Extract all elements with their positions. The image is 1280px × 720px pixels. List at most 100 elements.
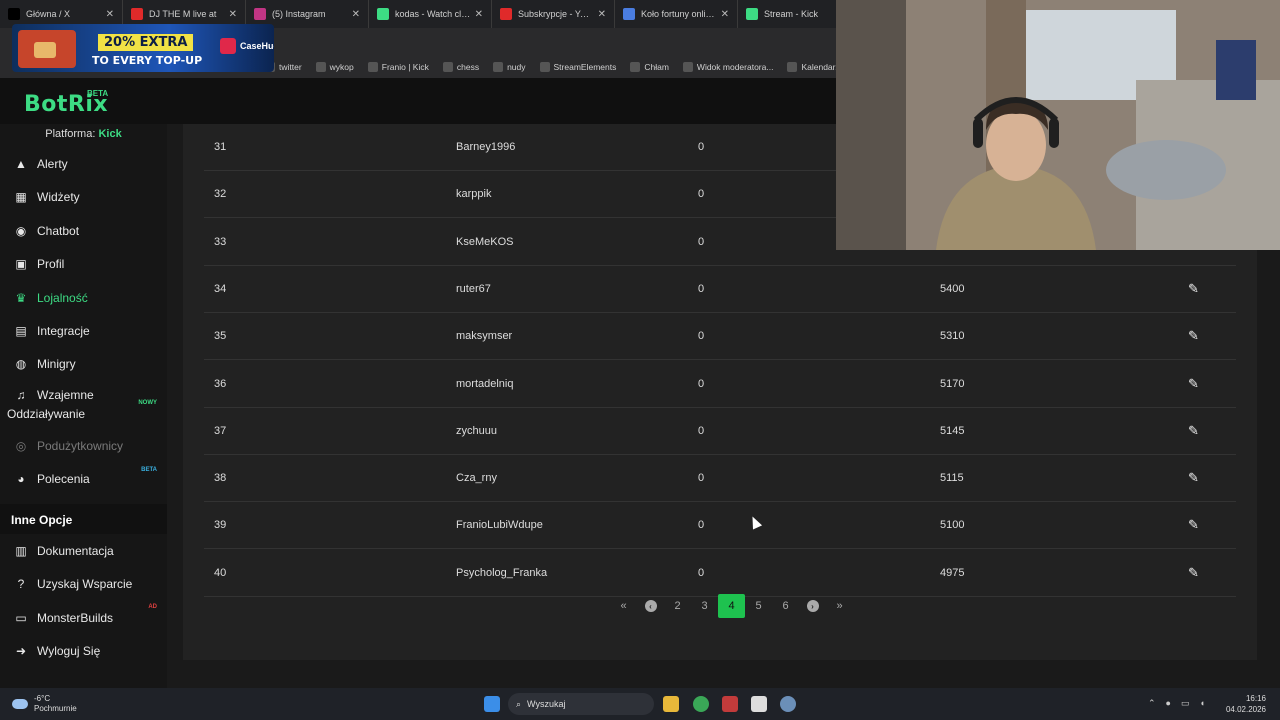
sidebar-item[interactable]: ➜ Wyloguj Się — [0, 641, 167, 661]
sidebar-badge: NOWY — [138, 400, 157, 406]
sidebar-item[interactable]: ◍ Minigry — [0, 354, 167, 374]
pencil-icon[interactable]: ✎ — [1188, 517, 1199, 533]
bookmark-item[interactable]: Widok moderatora... — [682, 62, 773, 72]
points-cell: 4975 — [940, 566, 965, 579]
pencil-icon[interactable]: ✎ — [1188, 423, 1199, 439]
points-cell: 5310 — [940, 330, 965, 343]
chrome-icon[interactable] — [693, 696, 709, 712]
bookmark-item[interactable]: Franio | Kick — [367, 62, 429, 72]
username-cell: zychuuu — [456, 424, 497, 437]
rank-cell: 31 — [214, 141, 227, 153]
system-tray: ⌃ ● ▭ ◖ — [1148, 698, 1205, 709]
windows-start-icon[interactable] — [484, 696, 500, 712]
prev-page-button[interactable]: ‹ — [637, 594, 664, 618]
sidebar-item[interactable]: ▣ Profil — [0, 254, 167, 274]
table-row: 34 ruter67 0 5400 ✎ — [204, 266, 1236, 313]
username-cell: Cza_rny — [456, 472, 497, 485]
ad-headline: 20% EXTRA — [98, 34, 194, 51]
sidebar-item[interactable]: ♛ Lojalność — [0, 288, 167, 308]
close-tab-icon[interactable]: ✕ — [106, 9, 114, 20]
page-button[interactable]: 3 — [691, 594, 718, 618]
weather-desc: Pochmurnie — [34, 704, 77, 713]
pencil-icon[interactable]: ✎ — [1188, 470, 1199, 486]
bookmark-item[interactable]: chess — [442, 62, 479, 72]
app-icon-white[interactable] — [751, 696, 767, 712]
points-cell: 5400 — [940, 282, 965, 295]
next-page-button[interactable]: › — [799, 594, 826, 618]
close-tab-icon[interactable]: ✕ — [475, 9, 483, 20]
file-explorer-icon[interactable] — [663, 696, 679, 712]
bookmark-label: Franio | Kick — [381, 62, 429, 72]
sidebar-item-label: Uzyskaj Wsparcie — [37, 577, 133, 591]
page-button[interactable]: 4 — [718, 594, 745, 618]
cloud-icon — [12, 699, 28, 709]
table-row: 37 zychuuu 0 5145 ✎ — [204, 408, 1236, 455]
sidebar-item[interactable]: ▭ MonsterBuilds AD — [0, 604, 167, 628]
sidebar-item[interactable]: ◉ Chatbot — [0, 221, 167, 241]
pawn-icon — [442, 62, 453, 72]
sidebar-item[interactable]: ? Uzyskaj Wsparcie — [0, 574, 167, 594]
bookmark-item[interactable]: wykop — [315, 62, 354, 72]
pencil-icon[interactable]: ✎ — [1188, 281, 1199, 297]
sidebar-item[interactable]: ▦ Widżety — [0, 187, 167, 207]
close-tab-icon[interactable]: ✕ — [721, 9, 729, 20]
points-cell: 5115 — [940, 472, 964, 485]
sidebar-item-label: Integracje — [37, 324, 90, 338]
pencil-icon[interactable]: ✎ — [1188, 565, 1199, 581]
bookmark-item[interactable]: StreamElements — [539, 62, 616, 72]
browser-tab[interactable]: Subskrypcje - YouTub ✕ — [492, 0, 615, 28]
weather-text: -6°C Pochmurnie — [34, 694, 77, 714]
sidebar-badge: AD — [148, 604, 157, 610]
ad-brand-label: CaseHug — [240, 41, 274, 51]
app-icon-red[interactable] — [722, 696, 738, 712]
table-row: 40 Psycholog_Franka 0 4975 ✎ — [204, 550, 1236, 597]
username-cell: FranioLubiWdupe — [456, 519, 543, 532]
webcam-overlay — [836, 0, 1280, 250]
page-button[interactable]: 2 — [664, 594, 691, 618]
tab-label: Koło fortuny online - — [641, 9, 717, 19]
page-button[interactable]: 5 — [745, 594, 772, 618]
globe-icon — [630, 62, 641, 72]
rank-cell: 38 — [214, 472, 227, 485]
trophy-icon: ♛ — [15, 291, 27, 305]
rank-cell: 34 — [214, 282, 227, 295]
casehug-ad-banner[interactable]: 20% EXTRA TO EVERY TOP-UP CaseHug — [12, 24, 274, 72]
page-button[interactable]: 6 — [772, 594, 799, 618]
settings-gear-icon[interactable] — [780, 696, 796, 712]
browser-tab[interactable]: Koło fortuny online - ✕ — [615, 0, 738, 28]
sidebar-item[interactable]: ▥ Dokumentacja — [0, 541, 167, 561]
youtube-icon — [131, 8, 143, 20]
pencil-icon[interactable]: ✎ — [1188, 376, 1199, 392]
last-page-button[interactable]: » — [826, 594, 853, 618]
close-tab-icon[interactable]: ✕ — [598, 9, 606, 20]
display-icon[interactable]: ▭ — [1181, 698, 1190, 709]
sidebar-item-label: MonsterBuilds — [37, 611, 114, 625]
clock[interactable]: 16:16 04.02.2026 — [1226, 693, 1266, 715]
sidebar-item[interactable]: ◎ Podużytkownicy — [0, 436, 167, 456]
volume-icon[interactable]: ◖ — [1200, 698, 1205, 709]
sidebar-item[interactable]: ♫ Wzajemne Oddziaływanie NOWY — [0, 388, 167, 424]
rank-cell: 37 — [214, 424, 227, 437]
browser-tab[interactable]: kodas - Watch clips o ✕ — [369, 0, 492, 28]
robot-icon: ◉ — [15, 224, 27, 238]
logout-icon: ➜ — [15, 644, 27, 658]
youtube-icon — [500, 8, 512, 20]
pencil-icon[interactable]: ✎ — [1188, 328, 1199, 344]
weather-widget[interactable]: -6°C Pochmurnie — [12, 694, 77, 714]
close-tab-icon[interactable]: ✕ — [352, 9, 360, 20]
sidebar-item[interactable]: ▤ Integracje — [0, 321, 167, 341]
sidebar-item[interactable]: ▲ Alerty — [0, 154, 167, 174]
next-page-button-glyph: › — [806, 600, 819, 612]
sidebar-item[interactable]: ◕ Polecenia BETA — [0, 467, 167, 489]
tab-label: (5) Instagram — [272, 9, 326, 19]
bookmark-item[interactable]: nudy — [493, 62, 526, 72]
search-placeholder: Wyszukaj — [527, 699, 566, 709]
close-tab-icon[interactable]: ✕ — [229, 9, 237, 20]
bookmark-item[interactable]: Chłam — [630, 62, 669, 72]
taskbar-search[interactable]: ⌕ Wyszukaj — [508, 693, 654, 715]
first-page-button[interactable]: « — [610, 594, 637, 618]
table-row: 38 Cza_rny 0 5115 ✎ — [204, 455, 1236, 503]
chevron-up-icon[interactable]: ⌃ — [1148, 698, 1156, 709]
tab-label: kodas - Watch clips o — [395, 9, 471, 19]
microphone-icon[interactable]: ● — [1166, 698, 1171, 709]
